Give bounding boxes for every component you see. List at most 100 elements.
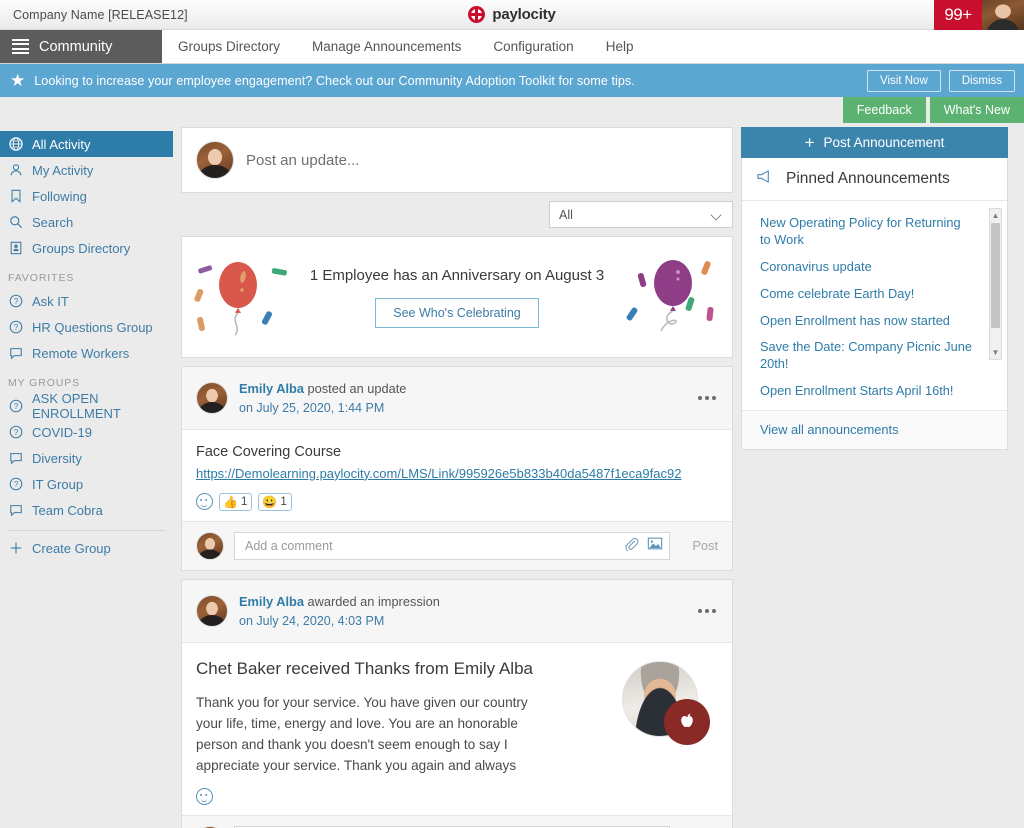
sidebar-label: Groups Directory [32, 240, 131, 256]
smiley-face-icon: 😀 [262, 494, 278, 509]
see-whos-celebrating-button[interactable]: See Who's Celebrating [375, 297, 539, 328]
scroll-up-icon[interactable]: ▲ [990, 209, 1001, 222]
chat-bubble-icon [8, 451, 23, 466]
search-icon [8, 215, 23, 230]
anniversary-text: 1 Employee has an Anniversary on August … [309, 266, 605, 284]
sidebar-item-covid-19[interactable]: ? COVID-19 [0, 419, 173, 445]
sidebar-label: COVID-19 [32, 424, 92, 440]
announcement-item[interactable]: New Operating Policy for Returning to Wo… [742, 210, 1007, 254]
sidebar-item-all-activity[interactable]: All Activity [0, 131, 173, 157]
post-reactions [196, 788, 718, 806]
post-update-input[interactable]: Post an update... [246, 152, 359, 169]
sidebar-item-following[interactable]: Following [0, 183, 173, 209]
sidebar-item-team-cobra[interactable]: Team Cobra [0, 497, 173, 523]
sidebar-item-it-group[interactable]: ? IT Group [0, 471, 173, 497]
sidebar-item-search[interactable]: Search [0, 209, 173, 235]
image-upload-icon[interactable] [647, 536, 663, 556]
create-group-button[interactable]: Create Group [0, 535, 173, 561]
post-announcement-button[interactable]: + Post Announcement [741, 127, 1008, 158]
comment-row: Add a comment Post [182, 520, 732, 570]
comment-icons [624, 536, 663, 556]
post-link[interactable]: https://Demolearning.paylocity.com/LMS/L… [196, 466, 681, 481]
post-options-icon[interactable] [698, 395, 716, 400]
whats-new-button[interactable]: What's New [929, 97, 1024, 123]
dismiss-button[interactable]: Dismiss [948, 69, 1015, 92]
sidebar-item-hr-questions-group[interactable]: ? HR Questions Group [0, 314, 173, 340]
sidebar-label: Diversity [32, 450, 82, 466]
chevron-down-icon [712, 211, 723, 218]
user-avatar[interactable] [982, 0, 1024, 30]
sidebar-item-remote-workers[interactable]: Remote Workers [0, 340, 173, 366]
sidebar-label: Following [32, 188, 87, 204]
announcement-item[interactable]: Open Enrollment has now started [742, 308, 1007, 335]
post-meta: Emily Alba posted an update on July 25, … [239, 378, 406, 418]
post-timestamp: on July 25, 2020, 1:44 PM [239, 401, 385, 416]
nav-item-groups-directory[interactable]: Groups Directory [162, 30, 296, 63]
nav-items: Groups Directory Manage Announcements Co… [162, 30, 649, 63]
visit-now-button[interactable]: Visit Now [867, 69, 941, 92]
comment-input[interactable]: Add a comment [234, 531, 671, 560]
post-update-box[interactable]: Post an update... [181, 127, 733, 193]
question-circle-icon: ? [8, 399, 23, 414]
person-icon [8, 163, 23, 178]
add-reaction-icon[interactable] [196, 788, 213, 806]
sidebar-label: IT Group [32, 476, 84, 492]
nav-item-manage-announcements[interactable]: Manage Announcements [296, 30, 477, 63]
post-meta: Emily Alba awarded an impression on July… [239, 591, 440, 631]
announcement-item[interactable]: Come celebrate Earth Day! [742, 281, 1007, 308]
scroll-down-icon[interactable]: ▼ [990, 346, 1001, 359]
sidebar-label: All Activity [32, 136, 91, 152]
svg-text:?: ? [13, 297, 18, 306]
anniversary-card: 1 Employee has an Anniversary on August … [181, 236, 733, 358]
announcement-list: New Operating Policy for Returning to Wo… [742, 201, 1007, 410]
attachment-icon[interactable] [624, 536, 639, 556]
question-circle-icon: ? [8, 294, 23, 309]
view-all-announcements-link[interactable]: View all announcements [760, 422, 899, 437]
question-circle-icon: ? [8, 425, 23, 440]
hamburger-icon [12, 38, 29, 55]
sidebar-label: HR Questions Group [32, 319, 153, 335]
nav-item-help[interactable]: Help [590, 30, 650, 63]
announcement-item[interactable]: Coronavirus update [742, 254, 1007, 281]
post-title: Face Covering Course [196, 443, 342, 460]
announcement-item[interactable]: Open Enrollment Starts April 16th! [742, 378, 1007, 405]
sidebar-item-ask-it[interactable]: ? Ask IT [0, 288, 173, 314]
scrollbar-thumb[interactable] [991, 223, 1000, 328]
sidebar-item-my-activity[interactable]: My Activity [0, 157, 173, 183]
svg-text:?: ? [13, 402, 18, 411]
pinned-announcements-title: Pinned Announcements [786, 170, 950, 187]
feedback-button[interactable]: Feedback [842, 97, 926, 123]
feed-filter-select[interactable]: All [549, 201, 733, 228]
sidebar-item-ask-open-enrollment[interactable]: ? ASK OPEN ENROLLMENT [0, 391, 173, 421]
filter-row: All [181, 201, 733, 228]
page-body: All Activity My Activity Following Searc… [0, 127, 1024, 828]
sidebar-label: ASK OPEN ENROLLMENT [32, 391, 121, 421]
banner-buttons: Visit Now Dismiss [867, 69, 1015, 92]
post-announcement-label: Post Announcement [823, 135, 945, 150]
reaction-pill[interactable]: 😀 1 [258, 492, 292, 511]
nav-item-configuration[interactable]: Configuration [477, 30, 589, 63]
announcement-scrollbar[interactable]: ▲ ▼ [989, 208, 1002, 360]
add-reaction-icon[interactable] [196, 493, 213, 511]
my-groups-header: MY GROUPS [8, 377, 81, 389]
post-author[interactable]: Emily Alba [239, 594, 304, 609]
feed-filter-value: All [559, 207, 573, 222]
post-header: Emily Alba awarded an impression on July… [182, 579, 732, 643]
post-author[interactable]: Emily Alba [239, 381, 304, 396]
post-options-icon[interactable] [698, 608, 716, 613]
chat-bubble-icon [8, 503, 23, 518]
post-timestamp: on July 24, 2020, 4:03 PM [239, 614, 385, 629]
svg-text:?: ? [13, 480, 18, 489]
question-circle-icon: ? [8, 320, 23, 335]
community-menu-button[interactable]: Community [0, 30, 162, 63]
sidebar-item-diversity[interactable]: Diversity [0, 445, 173, 471]
reaction-pill[interactable]: 👍 1 [219, 492, 253, 511]
post-comment-button[interactable]: Post [680, 538, 718, 553]
post-action: posted an update [303, 381, 407, 396]
feed-post: Emily Alba awarded an impression on July… [181, 578, 733, 828]
notification-badge[interactable]: 99+ [934, 0, 982, 30]
impression-body: Chet Baker received Thanks from Emily Al… [182, 643, 732, 815]
announcement-item[interactable]: Save the Date: Company Picnic June 20th! [742, 334, 1007, 378]
balloon-confetti-left-icon [188, 245, 293, 355]
sidebar-item-groups-directory[interactable]: Groups Directory [0, 235, 173, 261]
